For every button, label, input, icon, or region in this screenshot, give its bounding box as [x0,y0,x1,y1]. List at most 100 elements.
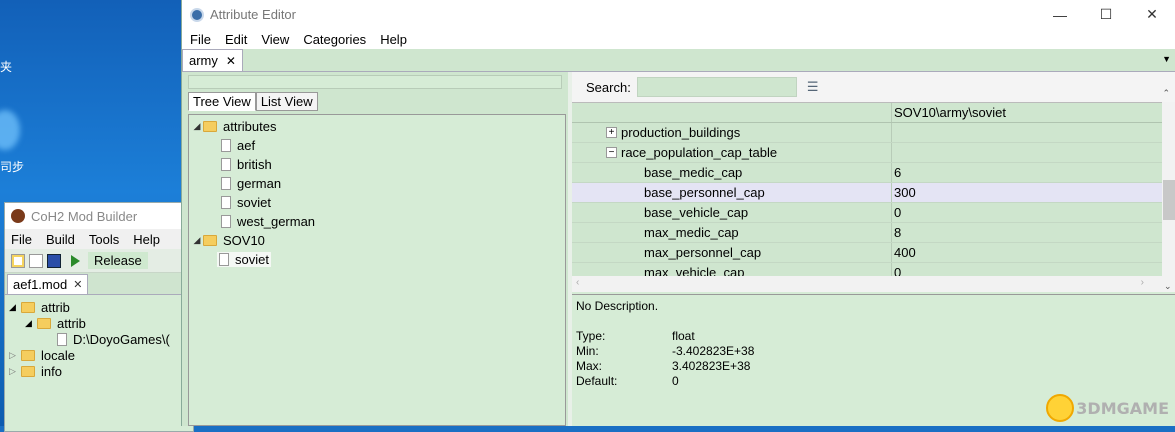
expand-icon[interactable]: + [606,127,617,138]
file-icon [221,158,231,171]
new-file-icon[interactable] [11,253,25,268]
grid-header-name [572,103,892,122]
tab-army[interactable]: army ✕ [182,49,243,71]
tab-list-view[interactable]: List View [255,92,318,111]
menu-tools[interactable]: Tools [89,232,119,247]
scroll-down-arrow-icon[interactable]: ⌄ [1164,281,1172,292]
file-icon [219,253,229,266]
grid-row[interactable]: base_medic_cap 6 [572,163,1162,183]
minimize-icon[interactable]: — [1037,0,1083,29]
desktop-label-2[interactable]: 司步 [0,158,24,175]
collapse-icon[interactable]: − [606,147,617,158]
property-name: production_buildings [621,125,741,140]
min-row: Min: -3.402823E+38 [576,344,1172,359]
property-value[interactable]: 0 [892,203,1162,222]
grid-row[interactable]: base_vehicle_cap 0 [572,203,1162,223]
tree-node[interactable]: british [189,155,565,174]
tree-node[interactable]: soviet [189,193,565,212]
collapse-arrow-icon[interactable]: ⌃ [1162,88,1170,99]
menu-edit[interactable]: Edit [225,32,247,47]
folder-icon [37,317,51,329]
mod-builder-toolbar: Release [5,249,193,273]
collapse-arrow-icon[interactable]: ◢ [191,121,203,132]
menu-file[interactable]: File [11,232,32,247]
watermark: 3DMGAME [1046,394,1169,422]
tab-aef1-mod[interactable]: aef1.mod ✕ [7,274,89,294]
property-value[interactable] [892,143,1162,162]
close-icon[interactable]: ✕ [1129,0,1175,29]
document-tabbar: army ✕ ▼ [182,49,1175,72]
scroll-right-arrow-icon[interactable]: › [1141,277,1144,288]
grid-row[interactable]: max_personnel_cap 400 [572,243,1162,263]
tree-node[interactable]: D:\DoyoGames\( [5,331,193,347]
open-file-icon[interactable] [29,253,43,268]
menu-help[interactable]: Help [133,232,160,247]
mod-builder-title: CoH2 Mod Builder [31,208,138,224]
property-value[interactable]: 6 [892,163,1162,182]
grid-row[interactable]: − race_population_cap_table [572,143,1162,163]
mod-builder-window: CoH2 Mod Builder File Build Tools Help R… [4,202,194,432]
tree-node[interactable]: german [189,174,565,193]
max-label: Max: [576,359,603,373]
build-config-select[interactable]: Release [88,252,148,269]
tree-node-label: german [237,176,282,191]
expand-arrow-icon[interactable]: ▷ [9,366,21,377]
mod-builder-tree: ◢ attrib ◢ attrib D:\DoyoGames\( ▷ local… [5,295,193,379]
save-icon[interactable] [47,253,61,268]
tree-node[interactable]: west_german [189,212,565,231]
close-icon[interactable]: ✕ [226,54,236,68]
scrollbar-thumb[interactable] [1163,180,1175,220]
grid-row-highlighted[interactable]: base_personnel_cap 300 [572,183,1162,203]
grid-header: SOV10\army\soviet [572,103,1162,123]
grid-row[interactable]: max_medic_cap 8 [572,223,1162,243]
collapse-arrow-icon[interactable]: ◢ [191,235,203,246]
property-value[interactable]: 300 [892,183,1162,202]
app-logo-icon [190,7,204,22]
menu-help[interactable]: Help [380,32,407,47]
type-value: float [672,329,695,343]
collapse-arrow-icon[interactable]: ◢ [25,318,37,329]
tree-node-label: soviet [235,252,269,267]
file-icon [221,177,231,190]
attribute-editor-titlebar[interactable]: Attribute Editor [182,0,1175,29]
mod-builder-titlebar[interactable]: CoH2 Mod Builder [5,203,193,229]
property-value[interactable]: 8 [892,223,1162,242]
property-value[interactable] [892,123,1162,142]
play-icon[interactable] [71,254,80,267]
expand-arrow-icon[interactable]: ▷ [9,350,21,361]
default-value: 0 [672,374,679,388]
description-text: No Description. [576,299,659,313]
tree-node[interactable]: ▷ locale [5,347,193,363]
search-bar: Search: ☰ [572,72,1175,102]
grid-row[interactable]: + production_buildings [572,123,1162,143]
horizontal-scrollbar[interactable]: ‹ › [572,276,1162,292]
tree-node[interactable]: aef [189,136,565,155]
tree-node-label: D:\DoyoGames\( [73,331,170,347]
scroll-left-arrow-icon[interactable]: ‹ [576,277,579,288]
tree-node[interactable]: ▷ info [5,363,193,379]
tab-tree-view[interactable]: Tree View [188,92,256,111]
tree-node[interactable]: ◢ attrib [5,299,193,315]
tab-dropdown-icon[interactable]: ▼ [1162,54,1171,64]
desktop-label-1[interactable]: 夹 [0,58,12,75]
collapse-arrow-icon[interactable]: ◢ [9,302,21,313]
vertical-scrollbar[interactable]: ⌄ [1162,102,1175,292]
tree-node-selected[interactable]: soviet [189,250,565,269]
folder-icon [203,235,217,246]
type-row: Type: float [576,329,1172,344]
menu-file[interactable]: File [190,32,211,47]
menu-categories[interactable]: Categories [303,32,366,47]
tree-node[interactable]: ◢ attrib [5,315,193,331]
maximize-icon[interactable]: ☐ [1083,0,1129,29]
close-icon[interactable]: ✕ [73,278,82,291]
tree-node[interactable]: ◢ attributes [189,117,565,136]
property-name: base_personnel_cap [644,185,765,200]
filter-options-icon[interactable]: ☰ [807,79,819,95]
menu-view[interactable]: View [261,32,289,47]
menu-build[interactable]: Build [46,232,75,247]
tree-node[interactable]: ◢ SOV10 [189,231,565,250]
app-logo-icon [11,209,25,223]
tree-node-label: west_german [237,214,316,229]
property-value[interactable]: 400 [892,243,1162,262]
search-input[interactable] [636,77,797,97]
